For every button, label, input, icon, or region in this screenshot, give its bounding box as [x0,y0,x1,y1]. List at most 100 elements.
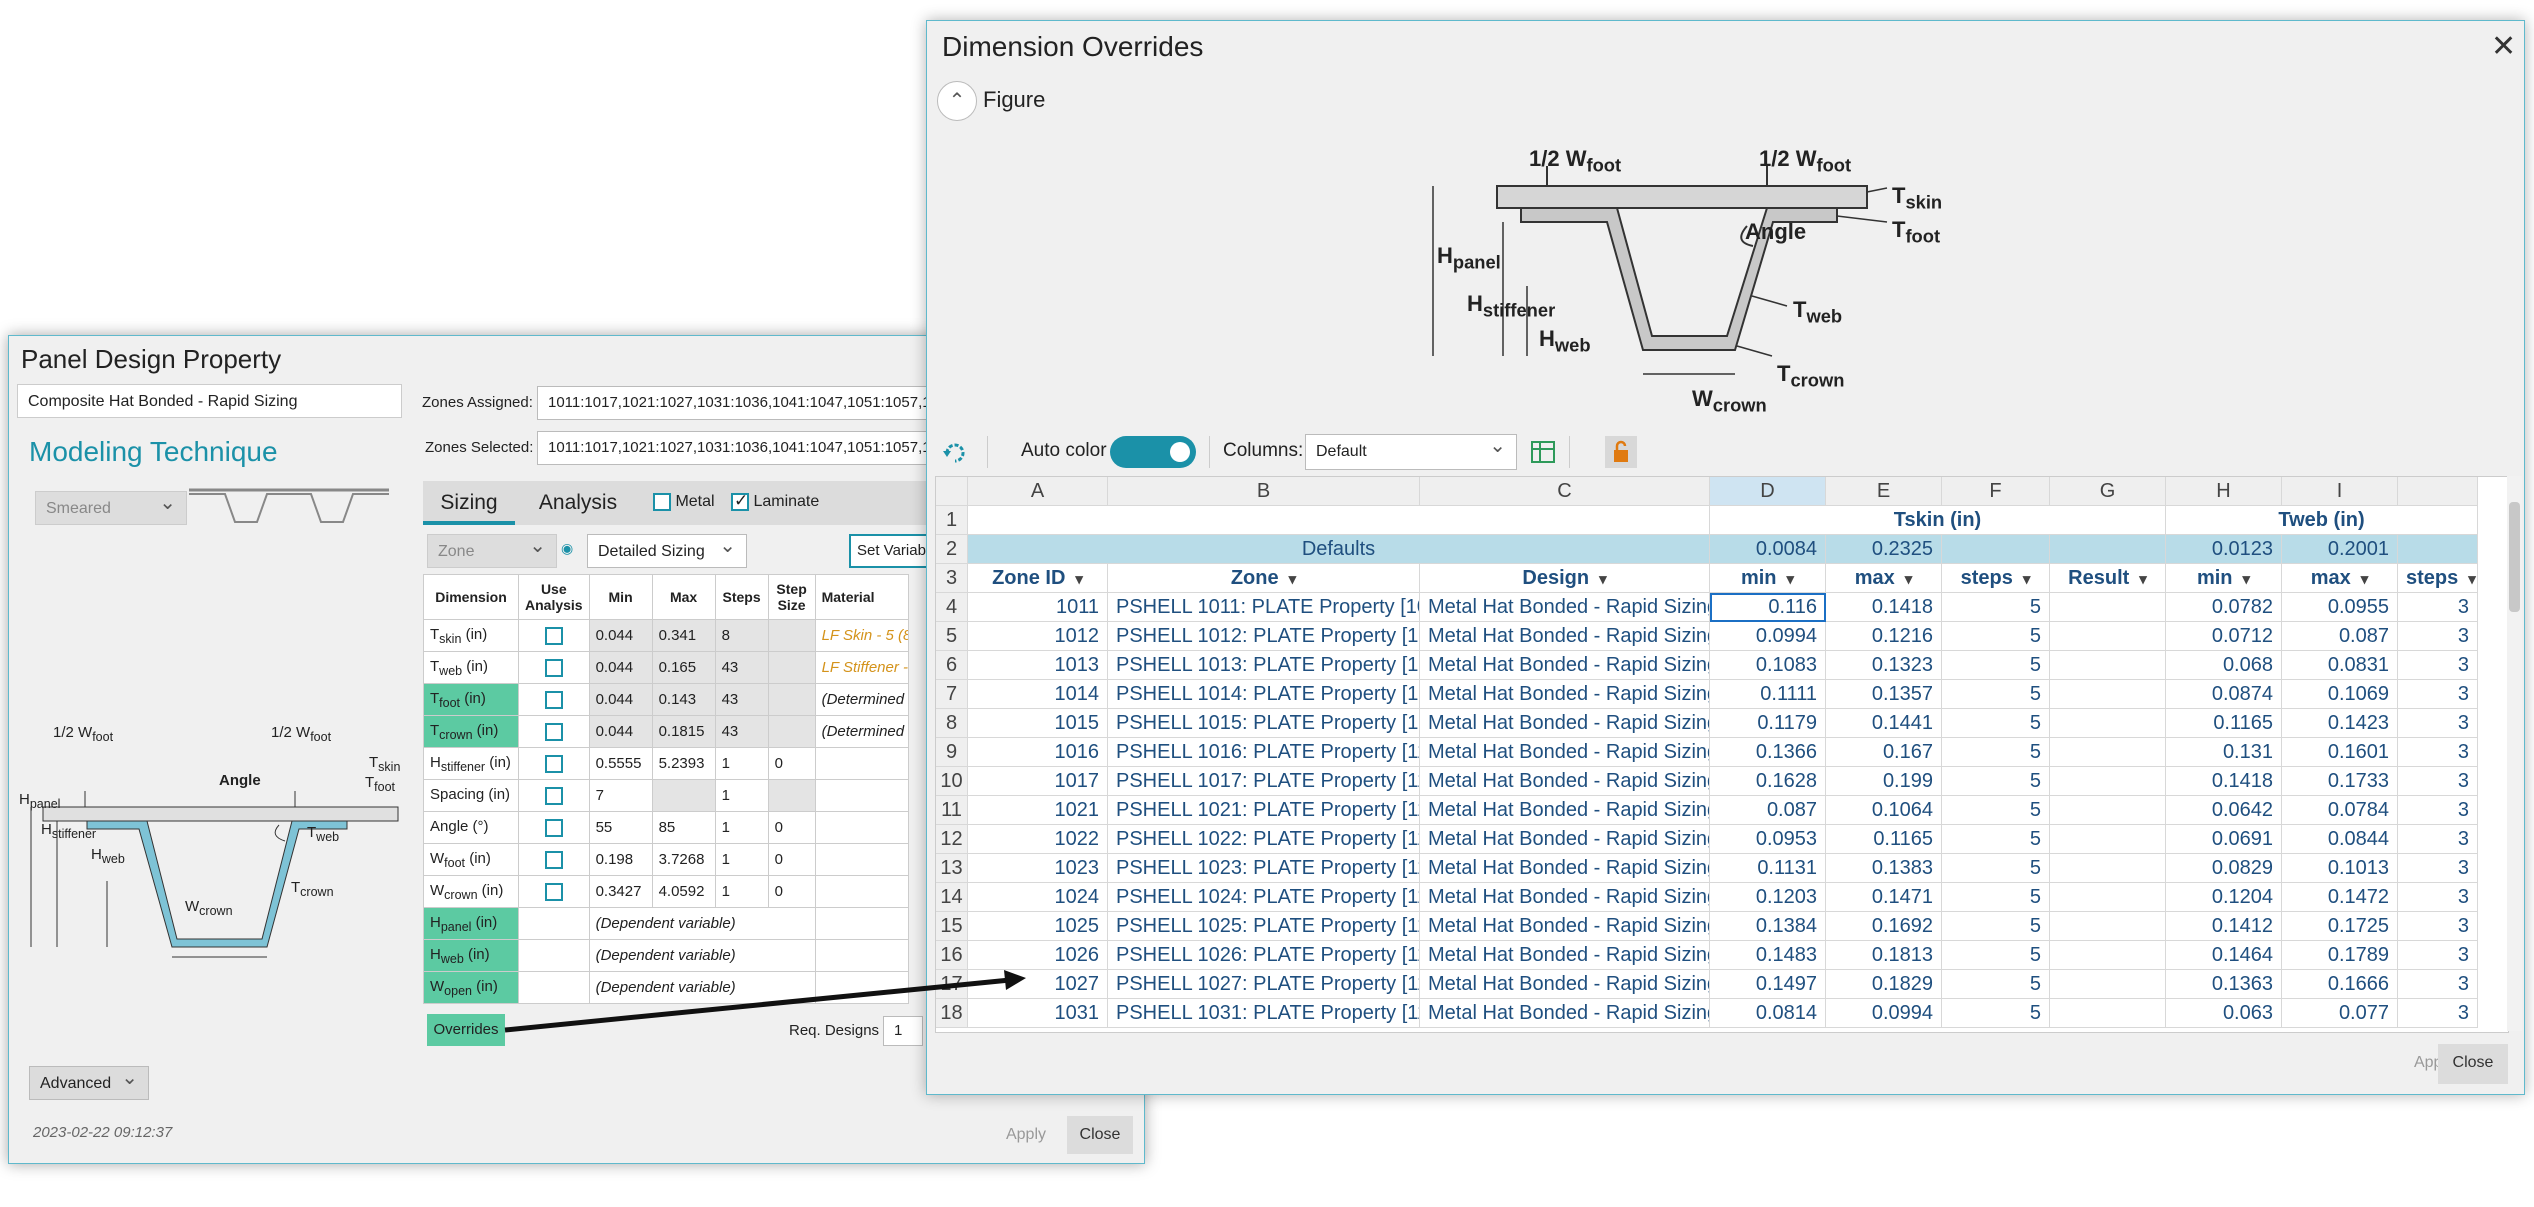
min-cell[interactable]: 0.044 [588,683,653,716]
tskin-min-header[interactable]: min [1710,564,1826,593]
tskin-max-cell[interactable]: 0.1357 [1826,680,1942,709]
result-cell[interactable] [2050,767,2166,796]
zone-id-cell[interactable]: 1012 [968,622,1108,651]
result-cell[interactable] [2050,883,2166,912]
row-number-header[interactable]: 18 [936,999,968,1028]
sizing-mode-combo[interactable]: Detailed Sizing [587,529,747,568]
tweb-max-cell[interactable]: 0.1601 [2282,738,2398,767]
zone-id-cell[interactable]: 1014 [968,680,1108,709]
step-size-cell[interactable] [767,779,816,812]
row-number-header[interactable]: 1 [936,506,968,535]
tskin-max-cell[interactable]: 0.1216 [1826,622,1942,651]
tweb-steps-cell[interactable]: 3 [2398,999,2478,1028]
tskin-max-cell[interactable]: 0.1813 [1826,941,1942,970]
tskin-steps-cell[interactable]: 5 [1942,622,2050,651]
tweb-min-cell[interactable]: 0.1412 [2166,912,2282,941]
row-number-header[interactable]: 5 [936,622,968,651]
tskin-steps-cell[interactable]: 5 [1942,593,2050,622]
min-cell[interactable]: 0.198 [588,843,653,876]
close-button[interactable]: Close [1067,1116,1133,1154]
tweb-steps-cell[interactable]: 3 [2398,970,2478,999]
min-cell[interactable]: 0.044 [588,619,653,652]
zone-cell[interactable]: PSHELL 1025: PLATE Property [116] [1108,912,1420,941]
design-cell[interactable]: Metal Hat Bonded - Rapid Sizing [1420,912,1710,941]
zone-id-cell[interactable]: 1022 [968,825,1108,854]
row-number-header[interactable]: 15 [936,912,968,941]
tskin-max-cell[interactable]: 0.1323 [1826,651,1942,680]
tweb-min-cell[interactable]: 0.0642 [2166,796,2282,825]
tskin-steps-cell[interactable]: 5 [1942,912,2050,941]
min-cell[interactable]: 7 [588,779,653,812]
max-cell[interactable]: 85 [651,811,716,844]
tweb-min-cell[interactable]: 0.0874 [2166,680,2282,709]
tweb-steps-cell[interactable]: 3 [2398,680,2478,709]
tskin-steps-cell[interactable]: 5 [1942,709,2050,738]
refresh-icon[interactable] [941,439,969,467]
use-analysis-checkbox[interactable] [518,747,590,780]
design-cell[interactable]: Metal Hat Bonded - Rapid Sizing [1420,767,1710,796]
tweb-max-cell[interactable]: 0.077 [2282,999,2398,1028]
steps-cell[interactable]: 43 [714,651,769,684]
row-number-header[interactable]: 8 [936,709,968,738]
tweb-steps-cell[interactable]: 3 [2398,622,2478,651]
row-number-header[interactable]: 16 [936,941,968,970]
tweb-min-cell[interactable]: 0.1204 [2166,883,2282,912]
tweb-min-cell[interactable]: 0.1464 [2166,941,2282,970]
tweb-steps-cell[interactable]: 3 [2398,883,2478,912]
tskin-min-cell[interactable]: 0.0814 [1710,999,1826,1028]
result-cell[interactable] [2050,825,2166,854]
tab-analysis[interactable]: Analysis [523,481,633,525]
zones-assigned-field[interactable]: 1011:1017,1021:1027,1031:1036,1041:1047,… [537,386,937,420]
tskin-max-cell[interactable]: 0.0994 [1826,999,1942,1028]
row-number-header[interactable]: 11 [936,796,968,825]
zone-id-cell[interactable]: 1027 [968,970,1108,999]
tweb-steps-cell[interactable]: 3 [2398,941,2478,970]
default-tskin-max[interactable]: 0.2325 [1826,535,1942,564]
zone-id-cell[interactable]: 1021 [968,796,1108,825]
default-tskin-steps[interactable] [1942,535,2050,564]
column-letter-header[interactable]: I [2282,477,2398,506]
row-number-header[interactable]: 10 [936,767,968,796]
table-settings-icon[interactable] [1530,440,1556,464]
advanced-dropdown[interactable]: Advanced [29,1061,149,1100]
tweb-steps-cell[interactable]: 3 [2398,593,2478,622]
tweb-steps-cell[interactable]: 3 [2398,912,2478,941]
use-analysis-checkbox[interactable] [518,651,590,684]
default-tweb-min[interactable]: 0.0123 [2166,535,2282,564]
row-number-header[interactable]: 9 [936,738,968,767]
tweb-max-cell[interactable]: 0.1013 [2282,854,2398,883]
tab-sizing[interactable]: Sizing [423,481,515,525]
tskin-max-cell[interactable]: 0.199 [1826,767,1942,796]
zone-cell[interactable]: PSHELL 1011: PLATE Property [105] [1108,593,1420,622]
max-cell[interactable]: 0.1815 [651,715,716,748]
min-cell[interactable]: 0.3427 [588,875,653,908]
steps-cell[interactable]: 1 [714,747,769,780]
tweb-steps-cell[interactable]: 3 [2398,767,2478,796]
steps-cell[interactable]: 1 [714,811,769,844]
tskin-max-cell[interactable]: 0.1692 [1826,912,1942,941]
tweb-max-cell[interactable]: 0.0831 [2282,651,2398,680]
design-cell[interactable]: Metal Hat Bonded - Rapid Sizing [1420,825,1710,854]
tweb-min-cell[interactable]: 0.1363 [2166,970,2282,999]
zone-cell[interactable]: PSHELL 1024: PLATE Property [115] [1108,883,1420,912]
design-cell[interactable]: Metal Hat Bonded - Rapid Sizing [1420,622,1710,651]
tskin-min-cell[interactable]: 0.1111 [1710,680,1826,709]
property-name-field[interactable]: Composite Hat Bonded - Rapid Sizing [17,384,402,418]
tweb-max-cell[interactable]: 0.1069 [2282,680,2398,709]
steps-cell[interactable]: 1 [714,779,769,812]
lock-icon[interactable] [1605,436,1637,468]
apply-button[interactable]: Apply [993,1116,1059,1154]
tskin-max-cell[interactable]: 0.1064 [1826,796,1942,825]
use-analysis-checkbox[interactable] [518,619,590,652]
design-cell[interactable]: Metal Hat Bonded - Rapid Sizing [1420,999,1710,1028]
column-letter-header[interactable]: B [1108,477,1420,506]
tweb-min-cell[interactable]: 0.1165 [2166,709,2282,738]
steps-cell[interactable]: 43 [714,683,769,716]
tskin-min-cell[interactable]: 0.1366 [1710,738,1826,767]
tskin-steps-header[interactable]: steps [1942,564,2050,593]
max-cell[interactable]: 4.0592 [651,875,716,908]
chevron-up-icon[interactable]: ⌃ [937,81,977,121]
steps-cell[interactable]: 43 [714,715,769,748]
material-cell[interactable]: (Determined by [814,683,909,716]
material-cell[interactable]: (Determined by [814,715,909,748]
